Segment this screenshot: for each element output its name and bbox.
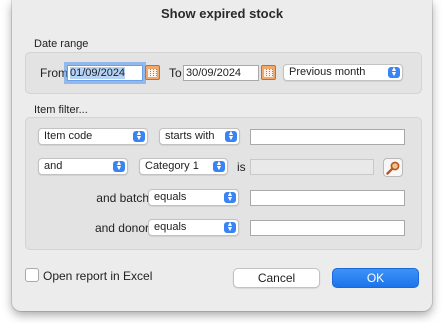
popup-arrows-icon: ▲ ▼ xyxy=(225,130,237,142)
filter-operator-value: starts with xyxy=(165,130,215,142)
search-icon xyxy=(386,161,400,175)
category-value-field xyxy=(250,159,374,175)
date-range-label: Date range xyxy=(34,38,89,50)
donor-input[interactable] xyxy=(250,220,405,236)
from-date-field[interactable]: 01/09/2024 xyxy=(64,62,146,84)
item-filter-label: Item filter... xyxy=(34,104,88,116)
show-expired-stock-dialog: Show expired stock Date range From 01/09… xyxy=(12,0,432,311)
popup-arrows-icon: ▲ ▼ xyxy=(224,191,236,203)
filter-field-select[interactable]: Item code ▲ ▼ xyxy=(38,128,148,145)
to-label: To xyxy=(169,66,182,80)
batch-operator-value: equals xyxy=(154,191,187,203)
batch-label: and batch xyxy=(96,191,149,205)
batch-operator-select[interactable]: equals ▲ ▼ xyxy=(148,189,239,206)
open-in-excel-checkbox[interactable] xyxy=(25,268,39,282)
dialog-title: Show expired stock xyxy=(160,6,284,21)
to-date-field[interactable]: 30/09/2024 xyxy=(183,65,259,81)
date-range-group: From 01/09/2024 To 30/09/2024 Previous m… xyxy=(25,52,422,94)
popup-arrows-icon: ▲ ▼ xyxy=(113,160,125,172)
popup-arrows-icon: ▲ ▼ xyxy=(388,66,400,78)
filter-operator-select[interactable]: starts with ▲ ▼ xyxy=(159,128,240,145)
donor-operator-select[interactable]: equals ▲ ▼ xyxy=(148,219,239,236)
conjunction-select[interactable]: and ▲ ▼ xyxy=(38,158,128,175)
calendar-icon xyxy=(264,69,273,77)
popup-arrows-icon: ▲ ▼ xyxy=(133,130,145,142)
date-preset-select[interactable]: Previous month ▲ ▼ xyxy=(283,64,403,81)
item-filter-group: Item code ▲ ▼ starts with ▲ ▼ and ▲ ▼ Categ… xyxy=(25,117,422,250)
is-label: is xyxy=(237,160,246,174)
item-code-input[interactable] xyxy=(250,129,405,145)
popup-arrows-icon: ▲ ▼ xyxy=(213,160,225,172)
donor-operator-value: equals xyxy=(154,221,187,233)
donor-label: and donor xyxy=(94,221,149,235)
conjunction-value: and xyxy=(44,160,63,172)
ok-button[interactable]: OK xyxy=(332,268,419,288)
to-calendar-button[interactable] xyxy=(261,65,276,80)
category-value: Category 1 xyxy=(145,160,199,172)
calendar-icon xyxy=(148,69,157,77)
date-preset-value: Previous month xyxy=(289,66,366,78)
open-in-excel-label[interactable]: Open report in Excel xyxy=(43,269,152,283)
from-date-value: 01/09/2024 xyxy=(70,67,126,79)
popup-arrows-icon: ▲ ▼ xyxy=(224,221,236,233)
batch-input[interactable] xyxy=(250,190,405,206)
from-label: From xyxy=(40,66,68,80)
category-select[interactable]: Category 1 ▲ ▼ xyxy=(139,158,228,175)
from-calendar-button[interactable] xyxy=(145,65,160,80)
cancel-button[interactable]: Cancel xyxy=(233,268,320,288)
category-search-button[interactable] xyxy=(383,158,403,177)
filter-field-value: Item code xyxy=(44,130,93,142)
